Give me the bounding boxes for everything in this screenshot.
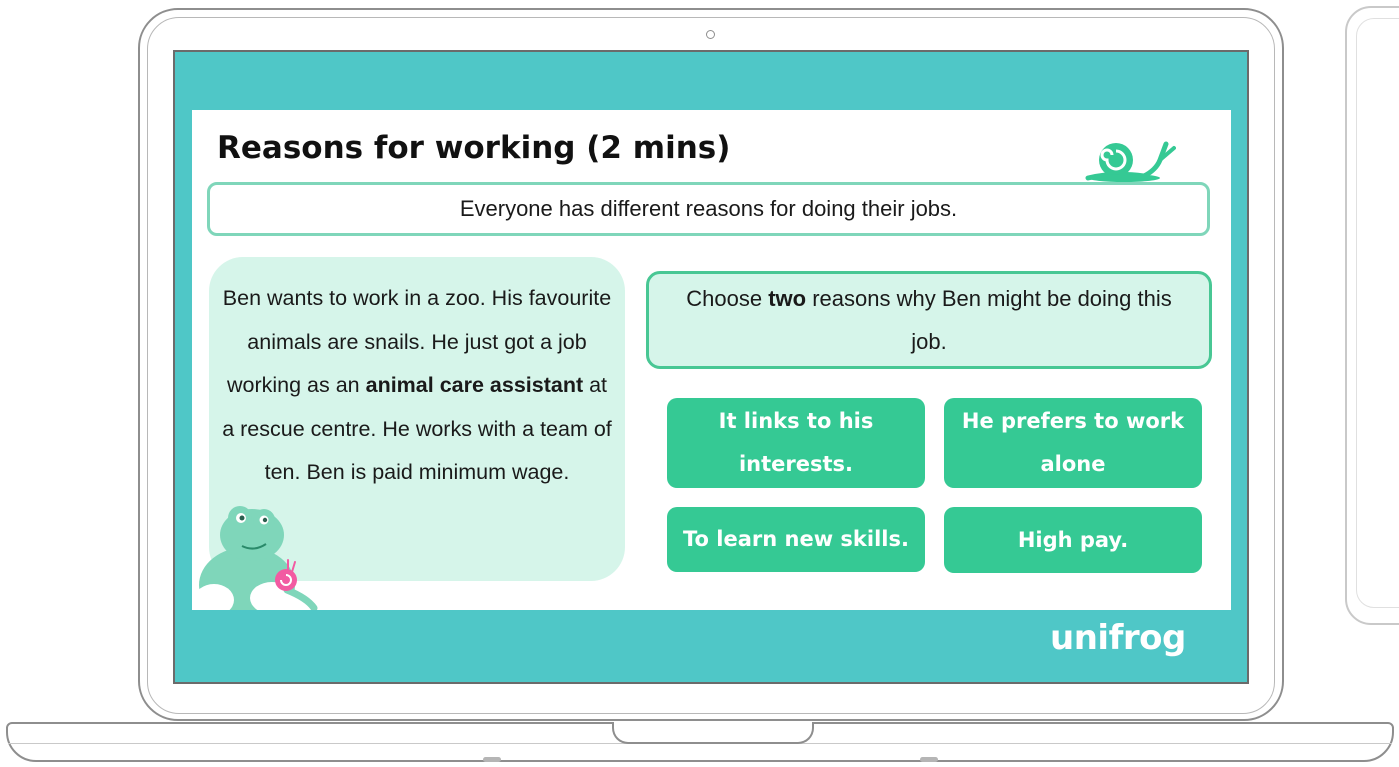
question-text: Choose two reasons why Ben might be doin… xyxy=(669,277,1189,363)
option-interests-button[interactable]: It links to his interests. xyxy=(667,398,925,488)
frog-illustration xyxy=(194,506,318,610)
laptop-foot xyxy=(483,757,501,762)
intro-banner: Everyone has different reasons for doing… xyxy=(207,182,1210,236)
question-prefix: Choose xyxy=(686,286,769,311)
question-suffix: reasons why Ben might be doing this job. xyxy=(806,286,1172,354)
snail-icon xyxy=(1085,141,1176,182)
camera-icon xyxy=(706,30,715,39)
intro-banner-text: Everyone has different reasons for doing… xyxy=(459,196,958,221)
option-work-alone-button[interactable]: He prefers to work alone xyxy=(944,398,1202,488)
question-emphasis: two xyxy=(768,286,807,311)
slide-title: Reasons for working (2 mins) xyxy=(217,130,731,166)
presentation-slide: Reasons for working (2 mins) Everyone ha… xyxy=(192,110,1231,610)
question-prompt: Choose two reasons why Ben might be doin… xyxy=(646,271,1212,369)
trackpad-notch xyxy=(612,722,814,744)
story-text: Ben wants to work in a zoo. His favourit… xyxy=(219,277,615,495)
option-high-pay-button[interactable]: High pay. xyxy=(944,507,1202,573)
tablet-screen-outline xyxy=(1356,18,1399,608)
option-new-skills-button[interactable]: To learn new skills. xyxy=(667,507,925,572)
laptop-foot xyxy=(920,757,938,762)
story-text-highlight: animal care assistant xyxy=(365,373,584,397)
unifrog-logo: unifrog xyxy=(1050,618,1186,658)
laptop-screen: Reasons for working (2 mins) Everyone ha… xyxy=(173,50,1249,684)
